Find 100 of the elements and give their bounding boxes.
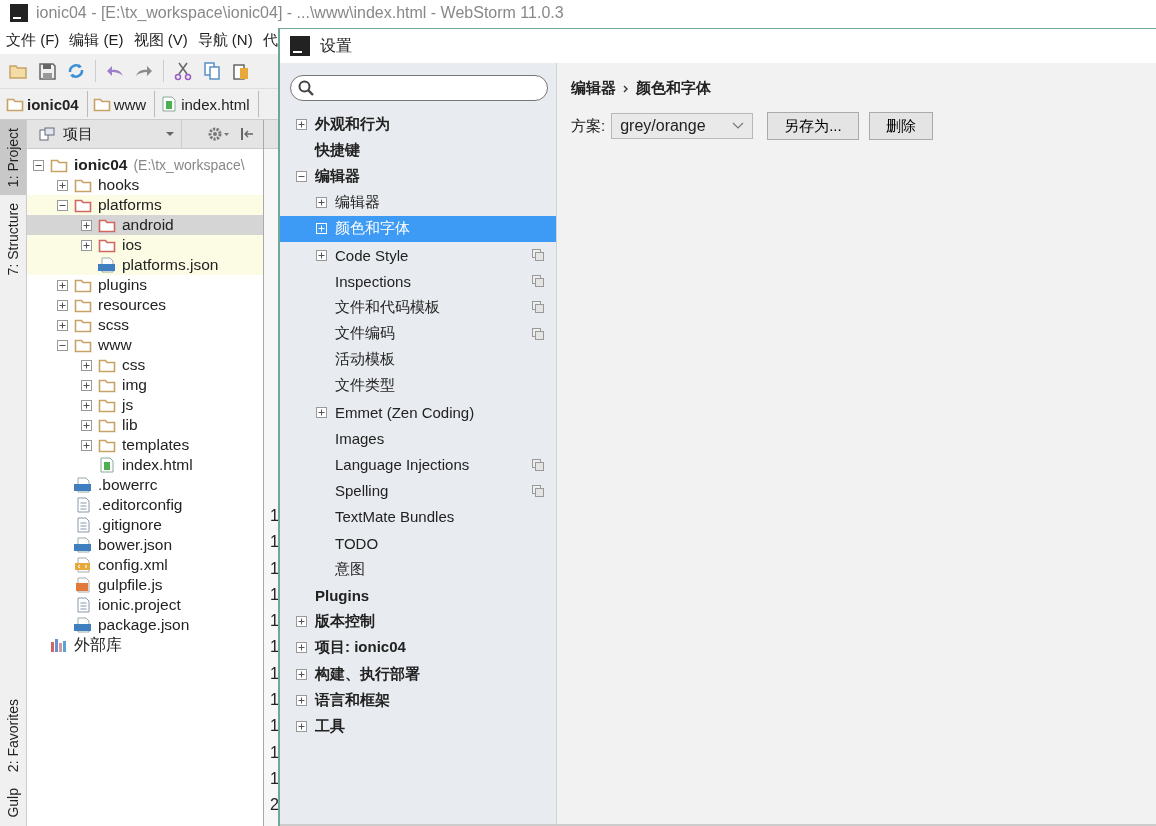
tree-item[interactable]: templates [27,435,263,455]
save-icon[interactable] [37,61,57,81]
breadcrumb-item[interactable]: www [92,91,156,117]
expand-icon[interactable] [57,179,68,191]
expand-icon[interactable] [296,694,307,706]
tree-item[interactable]: ionic04 (E:\tx_workspace\ [27,155,263,175]
settings-tree-item[interactable]: 编辑器 [280,163,556,190]
tree-item[interactable]: www [27,335,263,355]
settings-tree-item[interactable]: 语言和框架 [280,687,556,714]
scheme-dropdown[interactable]: grey/orange [611,113,754,139]
breadcrumb-item[interactable]: index.html [160,91,259,117]
menu-item[interactable]: 导航 (N) [197,30,253,50]
collapse-panel-icon[interactable] [239,126,255,142]
tree-item[interactable]: 外部库 [27,635,263,655]
settings-icon[interactable] [207,126,231,142]
settings-tree-item[interactable]: TODO [280,530,556,557]
breadcrumb-item[interactable]: ionic04 [6,91,88,117]
js-file-icon [74,577,92,593]
settings-tree-item[interactable]: 工具 [280,713,556,740]
tree-item[interactable]: hooks [27,175,263,195]
tree-item[interactable]: index.html [27,455,263,475]
tree-item[interactable]: lib [27,415,263,435]
tree-item[interactable]: .bowerrc [27,475,263,495]
tool-window-tab[interactable]: 7: Structure [0,195,26,284]
expand-icon[interactable] [81,219,92,231]
search-field[interactable] [290,75,548,101]
settings-tree-item[interactable]: 文件和代码模板 [280,294,556,321]
tree-item[interactable]: package.json [27,615,263,635]
expand-icon[interactable] [316,406,327,418]
tree-item[interactable]: ios [27,235,263,255]
settings-tree-item[interactable]: 外观和行为 [280,111,556,138]
text-file-icon [74,597,92,613]
settings-tree-item[interactable]: 编辑器 [280,189,556,216]
tree-item[interactable]: img [27,375,263,395]
expand-icon[interactable] [296,720,307,732]
folder-icon [98,377,116,393]
expand-icon[interactable] [57,299,68,311]
expand-icon[interactable] [81,399,92,411]
tree-item[interactable]: js [27,395,263,415]
tree-item[interactable]: bower.json [27,535,263,555]
collapse-icon[interactable] [296,170,307,182]
settings-tree-item[interactable]: 构建、执行部署 [280,660,556,688]
tree-item[interactable]: android [27,215,263,235]
folder-icon [98,217,116,233]
expand-icon[interactable] [296,642,307,654]
expand-icon[interactable] [81,439,92,451]
folder-icon [6,96,24,112]
settings-tree-item[interactable]: Spelling [280,477,556,504]
collapse-icon[interactable] [57,339,68,351]
tool-window-tab[interactable]: Gulp [0,780,26,826]
settings-tree-item[interactable]: TextMate Bundles [280,503,556,530]
menu-item[interactable]: 编辑 (E) [69,30,124,50]
tree-item[interactable]: resources [27,295,263,315]
tool-window-tab[interactable]: 1: Project [0,120,26,196]
settings-tree-item[interactable]: 版本控制 [280,608,556,635]
sync-icon[interactable] [66,61,86,81]
expand-icon[interactable] [81,419,92,431]
settings-tree-item[interactable]: 活动模板 [280,346,556,373]
tree-item[interactable]: plugins [27,275,263,295]
menu-item[interactable]: 代 [262,30,278,50]
settings-tree-item[interactable]: Emmet (Zen Coding) [280,399,556,426]
expand-icon[interactable] [81,379,92,391]
expand-icon[interactable] [296,118,307,130]
menu-item[interactable]: 文件 (F) [6,30,60,50]
paste-icon[interactable] [231,61,251,81]
dialog-button[interactable]: 另存为... [767,112,859,140]
expand-icon[interactable] [296,668,307,680]
tree-item[interactable]: platforms.json [27,255,263,275]
tree-item[interactable]: .gitignore [27,515,263,535]
settings-tree-item[interactable]: Code Style [280,241,556,269]
expand-icon[interactable] [316,197,327,209]
settings-tree-item[interactable]: 意图 [280,556,556,583]
settings-tree-item[interactable]: 项目: ionic04 [280,634,556,661]
dialog-button[interactable]: 删除 [868,112,933,140]
tree-item[interactable]: .editorconfig [27,495,263,515]
tree-item[interactable]: gulpfile.js [27,575,263,595]
expand-icon[interactable] [57,279,68,291]
settings-tree-item[interactable]: 文件类型 [280,372,556,400]
expand-icon[interactable] [296,616,307,628]
tree-item[interactable]: scss [27,315,263,335]
tool-window-tab[interactable]: 2: Favorites [0,691,26,781]
settings-tree-item[interactable]: Language Injections [280,451,556,478]
expand-icon[interactable] [57,319,68,331]
expand-icon[interactable] [316,249,327,261]
settings-tree-item[interactable]: Plugins [280,582,556,609]
collapse-icon[interactable] [57,199,68,211]
expand-icon[interactable] [81,239,92,251]
collapse-icon[interactable] [33,159,44,171]
settings-tree-item[interactable]: 快捷键 [280,137,556,164]
expand-icon[interactable] [81,359,92,371]
copy-icon[interactable] [202,61,222,81]
tree-item[interactable]: platforms [27,195,263,215]
menu-item[interactable]: 视图 (V) [133,30,188,50]
tree-item[interactable]: ionic.project [27,595,263,615]
settings-tree-item[interactable]: Inspections [280,268,556,295]
tree-item[interactable]: config.xml [27,555,263,575]
settings-tree-item[interactable]: Images [280,425,556,452]
cut-icon[interactable] [173,61,193,81]
settings-tree-item[interactable]: 文件编码 [280,320,556,347]
tree-item[interactable]: css [27,355,263,375]
